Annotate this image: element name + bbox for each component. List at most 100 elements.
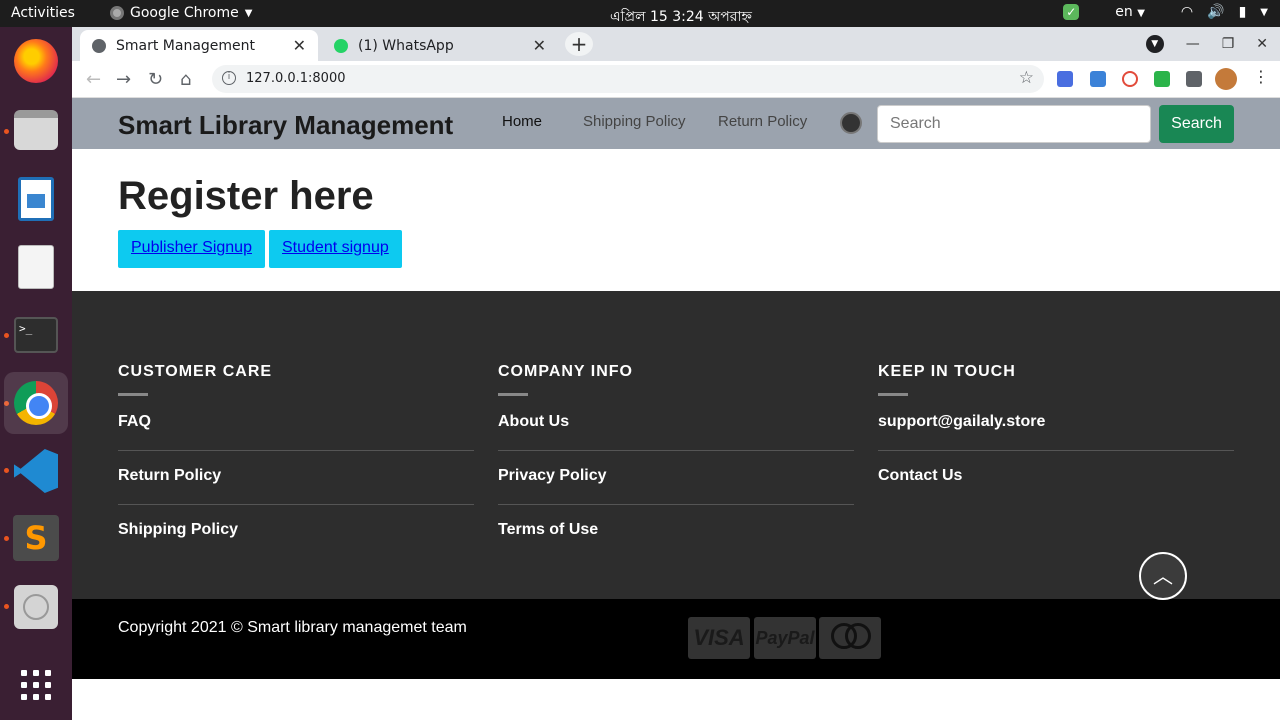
firefox-icon [14, 39, 58, 83]
wifi-icon[interactable]: ◠ [1181, 4, 1193, 20]
footer-company-info: COMPANY INFO About Us Privacy Policy Ter… [498, 363, 854, 558]
mastercard-logo [819, 617, 881, 659]
browser-toolbar: ← → ↻ ⌂ i 127.0.0.1:8000 ☆ ⋮ [72, 61, 1280, 98]
tab-title: (1) WhatsApp [358, 37, 454, 54]
nav-home[interactable]: Home [502, 113, 542, 130]
new-tab-button[interactable]: + [565, 32, 593, 56]
forward-button[interactable]: → [116, 69, 131, 90]
whatsapp-icon [334, 38, 348, 53]
tab-search-icon[interactable]: ▼ [1145, 35, 1164, 53]
footer-link-return-policy[interactable]: Return Policy [118, 451, 474, 505]
dock-sublime[interactable]: S [12, 514, 60, 562]
tab-smart-management[interactable]: Smart Management ✕ [80, 30, 318, 61]
globe-icon [92, 38, 106, 53]
footer-link-about-us[interactable]: About Us [498, 396, 854, 451]
url-text: 127.0.0.1:8000 [246, 71, 346, 86]
running-indicator [4, 536, 9, 541]
check-indicator-icon[interactable]: ✓ [1063, 4, 1080, 20]
shield-extension-icon[interactable] [1154, 71, 1170, 87]
footer-keep-in-touch: KEEP IN TOUCH support@gailaly.store Cont… [878, 363, 1234, 504]
site-info-icon[interactable]: i [222, 71, 236, 85]
minimize-button[interactable]: — [1186, 36, 1200, 52]
dock-terminal[interactable]: >_ [12, 311, 60, 359]
system-tray[interactable]: ✓ en ▼ ◠ 🔊 ▮ ▼ [1063, 4, 1268, 20]
dock-vscode[interactable] [12, 447, 60, 495]
dock-firefox[interactable] [12, 37, 60, 85]
profile-avatar[interactable] [1215, 68, 1237, 90]
restore-button[interactable]: ❐ [1222, 36, 1235, 52]
running-indicator [4, 468, 9, 473]
user-icon[interactable] [840, 112, 862, 134]
app-menu-label: Google Chrome [130, 5, 239, 21]
tab-whatsapp[interactable]: (1) WhatsApp ✕ [322, 30, 558, 61]
dock-chrome[interactable] [4, 372, 68, 434]
footer-heading: COMPANY INFO [498, 363, 633, 380]
footer-customer-care: CUSTOMER CARE FAQ Return Policy Shipping… [118, 363, 474, 558]
browser-window: Smart Management ✕ (1) WhatsApp ✕ + ▼ — … [72, 27, 1280, 720]
files-icon [14, 110, 58, 150]
search-input[interactable] [877, 105, 1151, 143]
dock-writer[interactable] [12, 175, 60, 223]
language-indicator[interactable]: en ▼ [1115, 4, 1145, 20]
activities-button[interactable]: Activities [11, 5, 75, 21]
window-controls: ▼ — ❐ ✕ [1145, 27, 1280, 61]
caret-down-icon[interactable]: ▼ [1260, 7, 1268, 18]
search-button[interactable]: Search [1159, 105, 1234, 143]
sublime-text-icon: S [13, 515, 59, 561]
tab-strip: Smart Management ✕ (1) WhatsApp ✕ + ▼ — … [72, 27, 1280, 61]
footer-bottom-bar: Copyright 2021 © Smart library managemet… [72, 599, 1280, 679]
dock: >_ S [0, 27, 72, 720]
terminal-icon: >_ [14, 317, 58, 353]
app-grid-icon [21, 670, 51, 700]
close-window-button[interactable]: ✕ [1256, 36, 1268, 52]
running-indicator [4, 333, 9, 338]
dock-files[interactable] [12, 106, 60, 154]
puzzle-extensions-icon[interactable] [1186, 71, 1202, 87]
disc-icon [14, 585, 58, 629]
menu-kebab-icon[interactable]: ⋮ [1253, 67, 1269, 86]
system-top-bar: Activities Google Chrome ▼ এপ্রিল 15 3:2… [0, 0, 1280, 27]
footer-heading: CUSTOMER CARE [118, 363, 273, 380]
footer-link-shipping-policy[interactable]: Shipping Policy [118, 505, 474, 558]
publisher-signup-button[interactable]: Publisher Signup [118, 230, 265, 268]
student-signup-button[interactable]: Student signup [269, 230, 402, 268]
dock-document-viewer[interactable] [12, 243, 60, 291]
bookmark-star-icon[interactable]: ☆ [1019, 68, 1034, 88]
scroll-to-top-button[interactable]: ︿ [1139, 552, 1187, 600]
paypal-logo: PayPal [754, 617, 816, 659]
reload-button[interactable]: ↻ [148, 69, 163, 90]
close-icon[interactable]: ✕ [533, 36, 546, 55]
address-bar[interactable]: i 127.0.0.1:8000 ☆ [212, 65, 1044, 93]
site-brand[interactable]: Smart Library Management [118, 110, 453, 141]
app-menu[interactable]: Google Chrome ▼ [110, 5, 252, 21]
visa-logo: VISA [688, 617, 750, 659]
dock-disc[interactable] [12, 583, 60, 631]
adblock-extension-icon[interactable] [1122, 71, 1138, 87]
translate-extension-icon[interactable] [1057, 71, 1073, 87]
footer-link-support-email[interactable]: support@gailaly.store [878, 396, 1234, 451]
nav-shipping-policy[interactable]: Shipping Policy [583, 113, 686, 130]
site-footer: CUSTOMER CARE FAQ Return Policy Shipping… [72, 291, 1280, 599]
footer-link-privacy-policy[interactable]: Privacy Policy [498, 451, 854, 505]
back-button[interactable]: ← [86, 69, 101, 90]
extension-icon[interactable] [1090, 71, 1106, 87]
home-button[interactable]: ⌂ [180, 69, 191, 90]
chrome-icon [14, 381, 58, 425]
tab-title: Smart Management [116, 37, 256, 54]
running-indicator [4, 129, 9, 134]
nav-return-policy[interactable]: Return Policy [718, 113, 807, 130]
clock[interactable]: এপ্রিল 15 3:24 অপরাহ্ন [610, 5, 752, 29]
chrome-app-icon [110, 6, 124, 20]
writer-icon [18, 177, 54, 221]
running-indicator [4, 604, 9, 609]
footer-link-contact-us[interactable]: Contact Us [878, 451, 1234, 504]
close-icon[interactable]: ✕ [293, 36, 306, 55]
document-viewer-icon [18, 245, 54, 289]
show-applications-button[interactable] [12, 661, 60, 709]
site-navbar: Smart Library Management Home Shipping P… [72, 98, 1280, 149]
web-page: Smart Library Management Home Shipping P… [72, 98, 1280, 720]
battery-icon[interactable]: ▮ [1239, 4, 1247, 20]
footer-link-terms-of-use[interactable]: Terms of Use [498, 505, 854, 558]
footer-link-faq[interactable]: FAQ [118, 396, 474, 451]
volume-icon[interactable]: 🔊 [1207, 4, 1224, 20]
